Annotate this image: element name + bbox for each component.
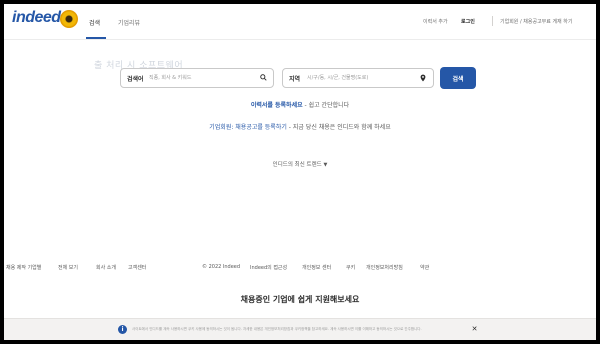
where-label: 지역 [289,76,301,83]
footer-links: 채용 제작 기업별 전체 보기 회사 소개 고객센터 © 2022 Indeed… [4,264,596,276]
trends-label: 인디드의 최신 트렌드 [272,162,322,168]
active-tab-indicator [86,37,106,39]
employer-promo: 기업회원: 채용공고를 등록하기 - 지금 당신 채용은 인디드와 함께 하세요 [4,122,596,131]
top-header: indeed 검색 기업리뷰 이력서 추가 로그인 기업회원 / 채용공고무료 … [4,4,596,40]
chevron-down-icon: ▼ [323,162,328,168]
footer-link-privacy-center[interactable]: 개인정보 센터 [302,264,331,271]
what-label: 검색어 [127,76,144,83]
find-jobs-button[interactable]: 검색 [440,67,476,89]
add-resume-link[interactable]: 이력서 추가 [423,18,448,25]
footer-link-browse-all[interactable]: 전체 보기 [58,264,78,271]
where-search-box[interactable]: 지역 [282,68,434,88]
footer-link-cookies[interactable]: 쿠키 [346,264,355,271]
footer-link-help[interactable]: 고객센터 [128,264,146,271]
browser-viewport: indeed 검색 기업리뷰 이력서 추가 로그인 기업회원 / 채용공고무료 … [4,4,596,340]
trends-toggle[interactable]: 인디드의 최신 트렌드 ▼ [4,160,596,168]
post-resume-link[interactable]: 이력서를 등록하세요 [251,102,303,109]
what-search-input[interactable] [149,72,259,84]
tab-search[interactable]: 검색 [89,18,100,27]
indeed-logo[interactable]: indeed [12,9,61,27]
footer-link-terms[interactable]: 약관 [420,264,429,271]
cookie-consent-bar: i 사이트에서 인디드를 계속 사용하시면 쿠키 사용에 동의하시는 것이 됩니… [4,318,596,340]
header-divider [492,16,493,26]
resume-promo-text: - 쉽고 간단합니다 [302,102,350,109]
footer-link-privacy-policy[interactable]: 개인정보처리방침 [366,264,403,271]
apply-banner-title: 채용중인 기업에 쉽게 지원해보세요 [240,295,360,304]
what-search-box[interactable]: 검색어 [120,68,274,88]
tab-company-reviews[interactable]: 기업리뷰 [118,18,140,27]
employer-post-job-link[interactable]: 기업회원: 채용공고를 등록하기 [209,124,287,131]
footer-link-about[interactable]: 회사 소개 [96,264,116,271]
login-link[interactable]: 로그인 [461,18,475,25]
employers-post-job-link[interactable]: 기업회원 / 채용공고무료 게재 하기 [500,18,572,25]
footer-copyright: © 2022 Indeed [202,264,241,270]
footer-link-browse-jobs[interactable]: 채용 제작 기업별 [6,264,41,271]
where-search-input[interactable] [307,72,417,84]
cookie-consent-text: 사이트에서 인디드를 계속 사용하시면 쿠키 사용에 동의하시는 것이 됩니다.… [132,327,422,331]
celebration-logo-icon [60,10,78,28]
resume-promo: 이력서를 등록하세요 - 쉽고 간단합니다 [4,100,596,109]
footer-link-accessibility[interactable]: Indeed의 접근성 [250,264,287,271]
search-icon [260,74,267,81]
employer-promo-text: - 지금 당신 채용은 인디드와 함께 하세요 [286,124,391,131]
location-pin-icon [420,74,426,82]
close-icon[interactable]: ✕ [470,325,479,334]
info-icon: i [118,325,127,334]
